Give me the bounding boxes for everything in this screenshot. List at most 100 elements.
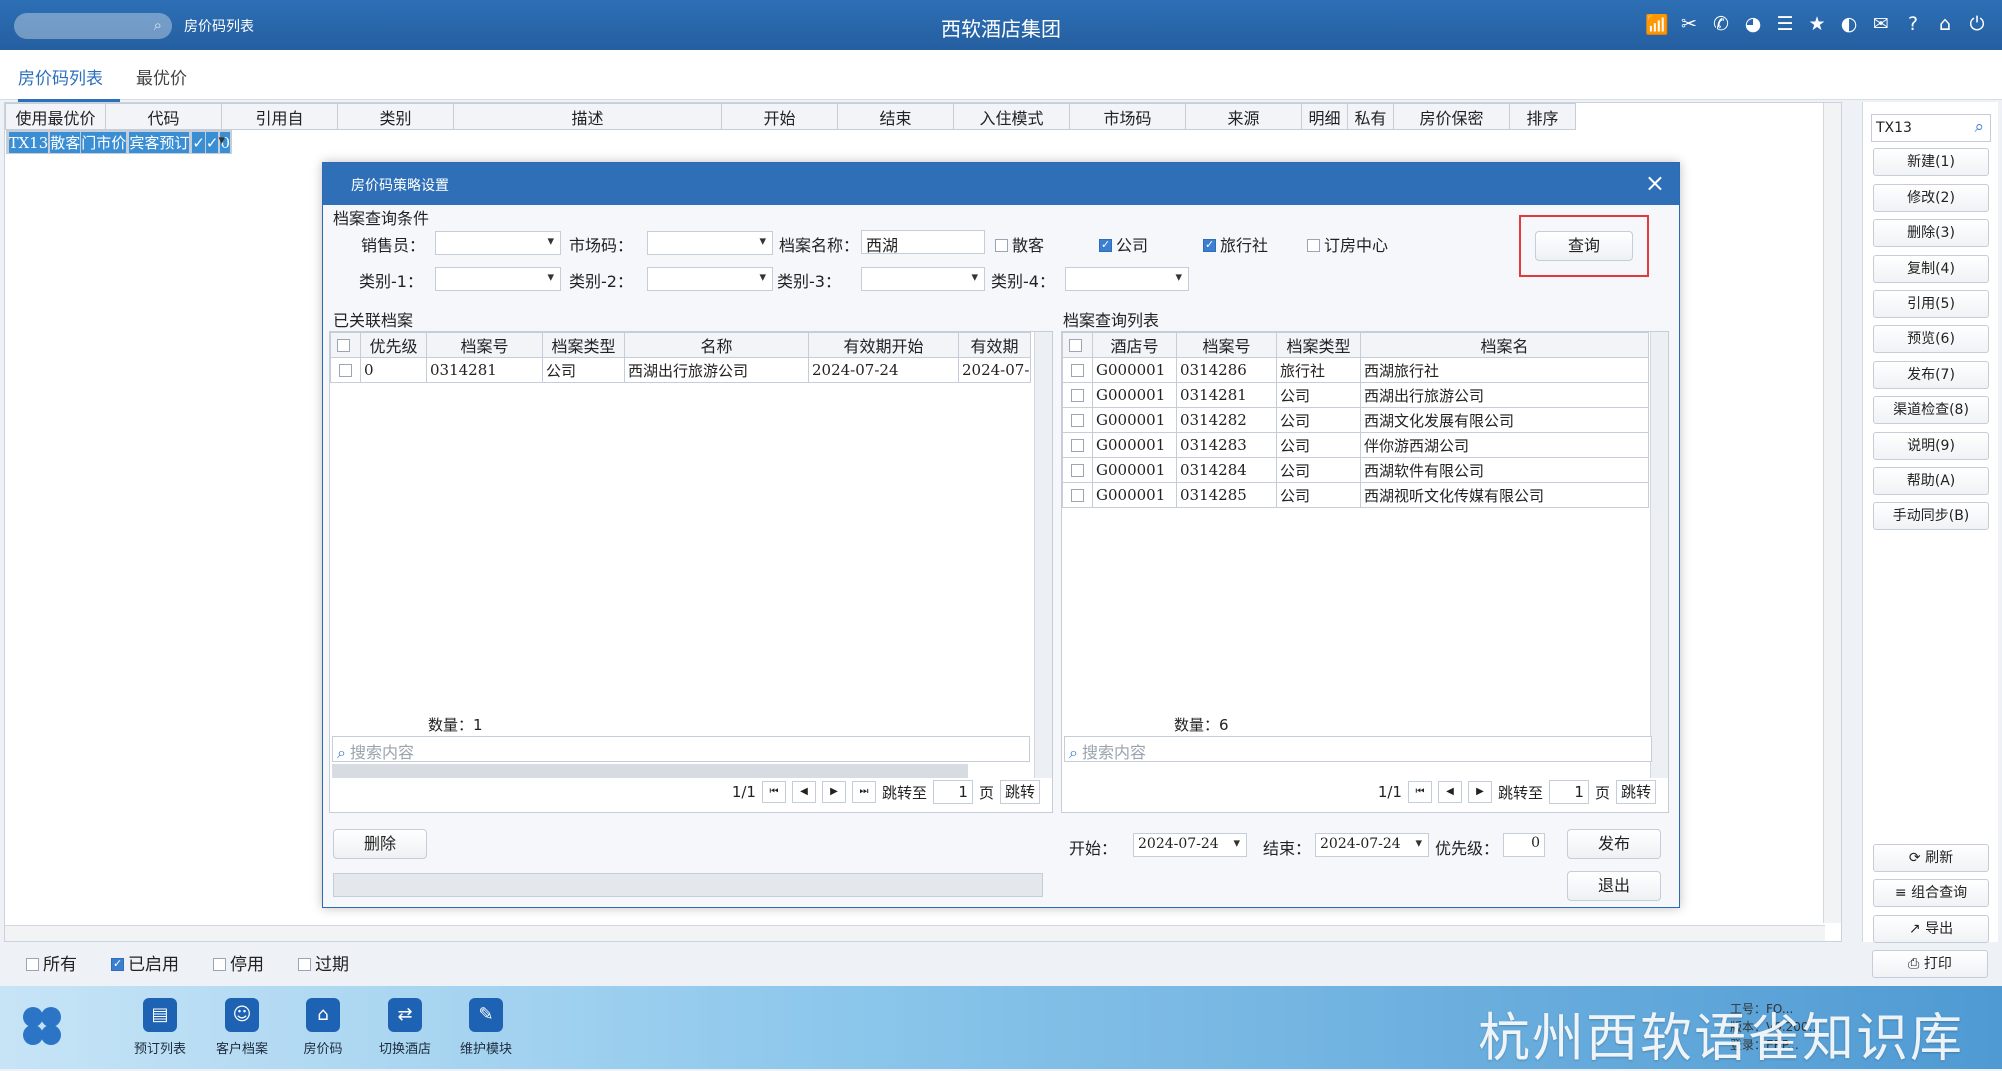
col-header[interactable]: 档案号 — [1176, 332, 1277, 358]
col-header[interactable]: 开始 — [721, 103, 838, 130]
start-date-select[interactable]: 2024-07-24 — [1133, 833, 1247, 857]
col-header[interactable]: 房价保密 — [1393, 103, 1510, 130]
checkbox[interactable] — [1307, 239, 1320, 252]
reference-button[interactable]: 引用(5) — [1873, 290, 1989, 318]
col-header[interactable]: 档案类型 — [1276, 332, 1361, 358]
col-header[interactable]: 结束 — [837, 103, 954, 130]
tools-icon[interactable]: ✂ — [1678, 12, 1700, 36]
type-check-company[interactable]: 公司 — [1099, 232, 1148, 256]
tab-best-price[interactable]: 最优价 — [136, 64, 187, 89]
nav-booking-list[interactable]: ▤ 预订列表 — [120, 998, 200, 1057]
preview-button[interactable]: 预览(6) — [1873, 325, 1989, 353]
filter-expired[interactable]: 过期 — [298, 950, 349, 975]
col-header[interactable]: 档案号 — [426, 332, 543, 358]
publish-button[interactable]: 发布 — [1567, 829, 1661, 859]
col-header[interactable]: 档案类型 — [542, 332, 625, 358]
manual-sync-button[interactable]: 手动同步(B) — [1873, 502, 1989, 530]
phone-icon[interactable]: ✆ — [1710, 12, 1732, 36]
row-checkbox[interactable] — [1062, 382, 1093, 408]
new-button[interactable]: 新建(1) — [1873, 148, 1989, 176]
category1-select[interactable] — [435, 267, 561, 291]
col-header[interactable]: 使用最优价 — [5, 103, 106, 130]
menu-icon[interactable]: ☰ — [1774, 12, 1796, 36]
result-search-input[interactable]: ⌕ 搜索内容 — [1064, 736, 1652, 762]
col-header[interactable]: 档案名 — [1360, 332, 1649, 358]
combined-query-button[interactable]: ≡ 组合查询 — [1873, 879, 1989, 907]
jump-button[interactable]: 跳转 — [999, 780, 1040, 804]
search-icon[interactable]: ⌕ — [1974, 117, 1984, 137]
help-icon[interactable]: ? — [1902, 12, 1924, 36]
col-header[interactable]: 引用自 — [221, 103, 338, 130]
theme-icon[interactable]: ◐ — [1838, 12, 1860, 36]
col-header[interactable]: 名称 — [624, 332, 809, 358]
type-check-travel-agency[interactable]: 旅行社 — [1203, 232, 1268, 256]
checkbox[interactable] — [298, 957, 311, 971]
vertical-scrollbar[interactable] — [1034, 332, 1052, 778]
col-header[interactable]: 描述 — [453, 103, 722, 130]
col-header[interactable]: 入住模式 — [953, 103, 1070, 130]
horizontal-scrollbar[interactable] — [332, 764, 968, 778]
col-header[interactable]: 类别 — [337, 103, 454, 130]
checkbox[interactable] — [26, 957, 39, 971]
col-header[interactable]: 酒店号 — [1092, 332, 1177, 358]
home-icon[interactable]: ⌂ — [1934, 12, 1956, 36]
category2-select[interactable] — [647, 267, 773, 291]
table-row[interactable]: 0 0314281 公司 西湖出行旅游公司 2024-07-24 2024-07… — [330, 357, 1031, 383]
col-header[interactable]: 排序 — [1509, 103, 1576, 130]
nav-rate-code[interactable]: ⌂ 房价码 — [283, 998, 363, 1057]
description-button[interactable]: 说明(9) — [1873, 432, 1989, 460]
checkbox[interactable] — [995, 239, 1008, 252]
wifi-icon[interactable]: 📶 — [1645, 12, 1669, 36]
table-row[interactable]: G000001 0314281 公司 西湖出行旅游公司 — [1062, 382, 1649, 408]
prev-page-icon[interactable]: ◀ — [1437, 781, 1462, 803]
nav-customer-profile[interactable]: ☺ 客户档案 — [202, 998, 282, 1057]
refresh-button[interactable]: ⟳ 刷新 — [1873, 844, 1989, 872]
col-header[interactable]: 优先级 — [360, 332, 427, 358]
row-checkbox[interactable] — [1062, 457, 1093, 483]
page-input[interactable]: 1 — [932, 780, 973, 804]
table-row[interactable]: G000001 0314284 公司 西湖软件有限公司 — [1062, 457, 1649, 483]
category3-select[interactable] — [861, 267, 985, 291]
star-icon[interactable]: ★ — [1806, 12, 1828, 36]
filter-disabled[interactable]: 停用 — [213, 950, 264, 975]
filter-enabled[interactable]: 已启用 — [111, 950, 179, 975]
row-checkbox[interactable] — [1062, 432, 1093, 458]
copy-button[interactable]: 复制(4) — [1873, 255, 1989, 283]
first-page-icon[interactable]: ⏮ — [761, 781, 786, 803]
next-page-icon[interactable]: ▶ — [821, 781, 846, 803]
table-row[interactable]: G000001 0314283 公司 伴你游西湖公司 — [1062, 432, 1649, 458]
checkbox[interactable] — [1203, 238, 1216, 252]
type-check-individual[interactable]: 散客 — [995, 232, 1044, 256]
archive-name-input[interactable]: 西湖 — [861, 230, 985, 255]
end-date-select[interactable]: 2024-07-24 — [1315, 833, 1429, 857]
col-header[interactable]: 有效期开始 — [808, 332, 959, 358]
publish-button[interactable]: 发布(7) — [1873, 361, 1989, 389]
vertical-scrollbar[interactable] — [1823, 103, 1841, 923]
linked-search-input[interactable]: ⌕ 搜索内容 — [332, 736, 1030, 762]
mail-icon[interactable]: ✉ — [1870, 12, 1892, 36]
close-icon[interactable]: × — [1645, 169, 1665, 197]
palette-icon[interactable]: ◕ — [1742, 12, 1764, 36]
checkbox[interactable] — [213, 957, 226, 971]
print-button[interactable]: ⎙ 打印 — [1872, 950, 1988, 978]
priority-input[interactable]: 0 — [1503, 833, 1545, 857]
table-row[interactable]: G000001 0314282 公司 西湖文化发展有限公司 — [1062, 407, 1649, 433]
col-header[interactable]: 市场码 — [1069, 103, 1186, 130]
nav-switch-hotel[interactable]: ⇄ 切换酒店 — [365, 998, 445, 1057]
select-all-checkbox[interactable] — [1062, 332, 1093, 358]
type-check-booking-center[interactable]: 订房中心 — [1307, 232, 1388, 256]
filter-all[interactable]: 所有 — [26, 950, 77, 975]
page-input[interactable]: 1 — [1548, 780, 1589, 804]
power-icon[interactable]: ⏻ — [1966, 12, 1988, 36]
nav-maintenance[interactable]: ✎ 维护模块 — [446, 998, 526, 1057]
col-header[interactable]: 明细 — [1301, 103, 1348, 130]
last-page-icon[interactable]: ⏭ — [851, 781, 876, 803]
row-checkbox[interactable] — [1062, 357, 1093, 383]
jump-button[interactable]: 跳转 — [1615, 780, 1656, 804]
delete-link-button[interactable]: 删除 — [333, 829, 427, 859]
col-header[interactable]: 有效期 — [958, 332, 1031, 358]
channel-check-button[interactable]: 渠道检查(8) — [1873, 396, 1989, 424]
row-checkbox[interactable] — [1062, 407, 1093, 433]
checkbox[interactable] — [111, 957, 124, 971]
vertical-scrollbar[interactable] — [1650, 332, 1668, 778]
